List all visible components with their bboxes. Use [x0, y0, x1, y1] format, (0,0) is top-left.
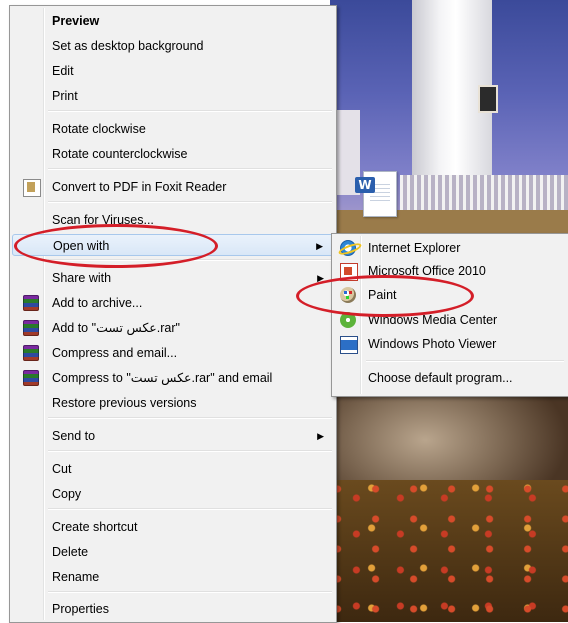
- winrar-icon: [23, 370, 39, 386]
- menu-separator: [48, 508, 332, 510]
- menu-item-label: Edit: [52, 64, 74, 78]
- menu-item-label: Add to archive...: [52, 296, 143, 310]
- menu-item-create-shortcut[interactable]: Create shortcut: [12, 516, 334, 538]
- submenu-item-label: Choose default program...: [368, 371, 513, 385]
- annotation-ring-paint: [296, 275, 474, 317]
- submenu-arrow-icon: ▶: [317, 431, 324, 441]
- menu-item-copy[interactable]: Copy: [12, 483, 334, 505]
- wallpaper-flowers: [330, 480, 568, 622]
- menu-item-restore-previous-versions[interactable]: Restore previous versions: [12, 392, 334, 414]
- menu-item-label: Add to "عکس تست.rar": [52, 321, 180, 335]
- submenu-arrow-icon: ▶: [316, 241, 323, 251]
- menu-separator: [48, 168, 332, 170]
- word-document-icon[interactable]: W: [355, 169, 399, 219]
- menu-item-cut[interactable]: Cut: [12, 458, 334, 480]
- menu-item-label: Delete: [52, 545, 89, 559]
- foxit-icon: [23, 179, 41, 197]
- menu-item-properties[interactable]: Properties: [12, 598, 334, 620]
- menu-separator: [48, 591, 332, 593]
- menu-item-add-to-archive[interactable]: Add to archive...: [12, 292, 334, 314]
- menu-item-share-with[interactable]: Share with ▶: [12, 267, 334, 289]
- winrar-icon: [23, 320, 39, 336]
- internet-explorer-icon: [340, 240, 356, 256]
- menu-item-label: Copy: [52, 487, 82, 501]
- menu-item-preview[interactable]: Preview: [12, 10, 334, 32]
- menu-item-compress-to-rar-and-email[interactable]: Compress to "عکس تست.rar" and email: [12, 367, 334, 389]
- menu-item-rename[interactable]: Rename: [12, 566, 334, 588]
- winrar-icon: [23, 295, 39, 311]
- winrar-icon: [23, 345, 39, 361]
- menu-separator: [366, 360, 564, 362]
- submenu-item-label: Internet Explorer: [368, 241, 461, 255]
- annotation-ring-open-with: [14, 224, 218, 268]
- submenu-item-windows-photo-viewer[interactable]: Windows Photo Viewer: [334, 332, 566, 356]
- menu-item-send-to[interactable]: Send to ▶: [12, 425, 334, 447]
- menu-item-delete[interactable]: Delete: [12, 541, 334, 563]
- menu-separator: [48, 110, 332, 112]
- menu-item-set-desktop-background[interactable]: Set as desktop background: [12, 35, 334, 57]
- submenu-item-internet-explorer[interactable]: Internet Explorer: [334, 236, 566, 260]
- menu-item-label: Send to: [52, 429, 96, 443]
- menu-item-label: Rename: [52, 570, 100, 584]
- menu-separator: [48, 201, 332, 203]
- menu-item-compress-and-email[interactable]: Compress and email...: [12, 342, 334, 364]
- menu-item-edit[interactable]: Edit: [12, 60, 334, 82]
- submenu-item-choose-default-program[interactable]: Choose default program...: [334, 366, 566, 390]
- menu-item-rotate-clockwise[interactable]: Rotate clockwise: [12, 118, 334, 140]
- menu-item-label: Convert to PDF in Foxit Reader: [52, 180, 227, 194]
- word-badge: W: [355, 177, 375, 193]
- menu-item-print[interactable]: Print: [12, 85, 334, 107]
- menu-item-label: Print: [52, 89, 78, 103]
- menu-item-label: Share with: [52, 271, 112, 285]
- wallpaper-fence: [400, 175, 568, 215]
- menu-item-rotate-counterclockwise[interactable]: Rotate counterclockwise: [12, 143, 334, 165]
- wallpaper-lighthouse-window: [478, 85, 498, 113]
- submenu-item-label: Windows Photo Viewer: [368, 337, 497, 351]
- menu-item-label: Compress to "عکس تست.rar" and email: [52, 371, 273, 385]
- menu-item-add-to-rar[interactable]: Add to "عکس تست.rar": [12, 317, 334, 339]
- windows-photo-viewer-icon: [340, 336, 358, 354]
- menu-item-label: Set as desktop background: [52, 39, 204, 53]
- menu-item-label: Rotate counterclockwise: [52, 147, 188, 161]
- menu-item-label: Compress and email...: [52, 346, 178, 360]
- menu-separator: [48, 417, 332, 419]
- menu-separator: [48, 450, 332, 452]
- menu-item-label: Rotate clockwise: [52, 122, 146, 136]
- context-menu: Preview Set as desktop background Edit P…: [9, 5, 337, 623]
- menu-item-label: Restore previous versions: [52, 396, 197, 410]
- menu-item-label: Create shortcut: [52, 520, 138, 534]
- menu-item-label: Preview: [52, 14, 100, 28]
- menu-item-label: Properties: [52, 602, 109, 616]
- menu-item-convert-to-pdf[interactable]: Convert to PDF in Foxit Reader: [12, 176, 334, 198]
- menu-item-label: Cut: [52, 462, 72, 476]
